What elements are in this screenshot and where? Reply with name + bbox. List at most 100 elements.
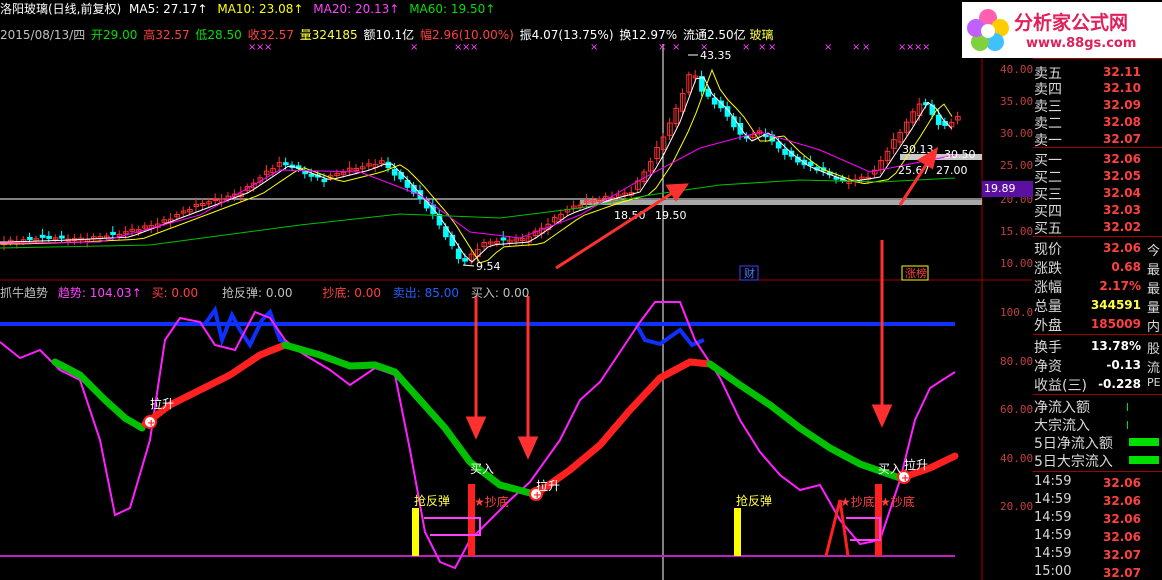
stat-label: 换手 bbox=[1034, 340, 1062, 356]
quote-value: 32.06 bbox=[1103, 241, 1141, 255]
indicator-name[interactable]: 抓牛趋势 bbox=[0, 286, 48, 300]
candle-body bbox=[59, 235, 65, 239]
candle-body bbox=[308, 173, 315, 177]
indicator-buy: 买: 0.00 bbox=[151, 286, 199, 300]
signal-x-marker: × bbox=[658, 42, 666, 53]
annotation-right4: 30.50 bbox=[944, 148, 976, 161]
panel-divider bbox=[1033, 58, 1162, 59]
signal-x-marker: × bbox=[264, 42, 272, 53]
quote-extra: 量 bbox=[1147, 301, 1161, 316]
quote-value: 344591 bbox=[1090, 298, 1141, 312]
quote-extra: 今 bbox=[1147, 244, 1161, 259]
annotation-high: 43.35 bbox=[700, 49, 732, 62]
bottom-box bbox=[846, 517, 881, 541]
annotation-right2: 27.00 bbox=[936, 164, 968, 177]
signal-label: 抢反弹 bbox=[736, 493, 772, 508]
trend-band bbox=[141, 341, 289, 428]
quote-extra: 内 bbox=[1147, 320, 1161, 335]
signal-label: 买入 bbox=[878, 462, 902, 476]
flow-label: 大宗流入 bbox=[1034, 418, 1090, 434]
ma60-line bbox=[0, 177, 956, 249]
signal-label: ★抄底 bbox=[474, 494, 509, 509]
candle-body bbox=[807, 161, 814, 166]
quote-value: 0.68 bbox=[1111, 260, 1141, 274]
stat-extra: 流 bbox=[1147, 361, 1161, 376]
candle-body bbox=[699, 76, 705, 92]
indicator-tick: 20.00 bbox=[1000, 500, 1034, 513]
flow-label: 5日净流入额 bbox=[1034, 436, 1113, 452]
price-tick: 30.00 bbox=[1000, 127, 1034, 140]
candle-body bbox=[302, 171, 308, 175]
signal-x-marker: × bbox=[852, 42, 860, 53]
flower-logo-icon bbox=[967, 9, 1009, 51]
flow-bar bbox=[1129, 438, 1159, 446]
candle-body bbox=[455, 248, 462, 259]
stock-chart-window: 洛阳玻璃(日线,前复权) MA5: 27.17↑ MA10: 23.08↑ MA… bbox=[0, 0, 1162, 580]
signal-label: ★抄底 bbox=[840, 494, 875, 509]
limit-up-badge[interactable]: 涨榜 bbox=[905, 266, 927, 280]
rebound-bar bbox=[412, 508, 419, 556]
tick-price: 32.06 bbox=[1103, 494, 1141, 508]
indicator-tick: 40.00 bbox=[1000, 452, 1034, 465]
indicator-bottom: 抄底: 0.00 bbox=[322, 286, 381, 300]
candle-body bbox=[711, 97, 718, 105]
stat-extra: 股 bbox=[1147, 342, 1161, 357]
indicator-tick: 100.0 bbox=[1000, 306, 1034, 319]
annotation-mid2: 19.50 bbox=[655, 209, 687, 222]
quote-label: 涨跌 bbox=[1034, 261, 1062, 277]
candle-body bbox=[46, 235, 52, 239]
signal-label: 拉升 bbox=[536, 478, 560, 493]
tick-time: 15:00 bbox=[1034, 564, 1072, 579]
current-price-tag: 19.89 bbox=[982, 181, 1034, 197]
flow-label: 5日大宗流入 bbox=[1034, 454, 1113, 470]
candle-body bbox=[782, 148, 788, 155]
moving-averages bbox=[0, 68, 956, 264]
stat-extra: PE bbox=[1147, 376, 1161, 389]
panel-divider bbox=[1033, 471, 1162, 472]
signal-x-marker: × bbox=[470, 42, 478, 53]
signal-markers: × × × × × × × × × × × × × × × × × × × × × bbox=[248, 42, 930, 53]
ma-line bbox=[0, 77, 953, 263]
bid-price: 32.03 bbox=[1103, 203, 1141, 217]
trend-band bbox=[706, 360, 904, 482]
quote-extra: 最 bbox=[1147, 263, 1161, 278]
candle-body bbox=[385, 161, 392, 169]
panel-divider bbox=[1033, 334, 1162, 335]
quote-label: 总量 bbox=[1034, 299, 1062, 315]
tick-time: 14:59 bbox=[1034, 510, 1072, 525]
signal-x-marker: × bbox=[758, 42, 766, 53]
indicator-tick: 60.00 bbox=[1000, 403, 1034, 416]
finance-badge[interactable]: 财 bbox=[744, 266, 755, 280]
bid-price: 32.05 bbox=[1103, 169, 1141, 183]
indicator-trend: 趋势: 104.03↑ bbox=[57, 286, 142, 300]
signal-label: 拉升 bbox=[904, 457, 928, 472]
signal-x-marker: × bbox=[410, 42, 418, 53]
price-tick: 25.00 bbox=[1000, 159, 1034, 172]
quote-label: 现价 bbox=[1034, 242, 1062, 258]
logo-url: www.88gs.com bbox=[1026, 36, 1137, 51]
panel-divider bbox=[1033, 236, 1162, 237]
bid-price: 32.04 bbox=[1103, 186, 1141, 200]
ask-price: 32.08 bbox=[1103, 115, 1141, 129]
bid-price: 32.02 bbox=[1103, 220, 1141, 234]
tick-price: 32.06 bbox=[1103, 476, 1141, 490]
ask-price: 32.10 bbox=[1103, 81, 1141, 95]
watermark-logo: 分析家公式网 www.88gs.com bbox=[962, 2, 1162, 58]
quote-extra: 最 bbox=[1147, 282, 1161, 297]
signal-label: 买入 bbox=[470, 462, 494, 476]
price-band-marker-low bbox=[580, 200, 982, 205]
annotation-low-pointer bbox=[462, 264, 475, 267]
stat-label: 收益(三) bbox=[1034, 378, 1087, 394]
signal-x-marker: × bbox=[672, 42, 680, 53]
stat-value: 13.78% bbox=[1091, 339, 1141, 353]
quote-label: 涨幅 bbox=[1034, 280, 1062, 296]
logo-title: 分析家公式网 bbox=[1014, 12, 1129, 34]
indicator-buy-in: 买入: 0.00 bbox=[470, 286, 530, 300]
tick-time: 14:59 bbox=[1034, 474, 1072, 489]
tick-time: 14:59 bbox=[1034, 492, 1072, 507]
signal-label: ★抄底 bbox=[880, 494, 915, 509]
indicator-rebound: 抢反弹: 0.00 bbox=[221, 286, 293, 300]
quote-value: 185009 bbox=[1090, 317, 1141, 331]
candle-body bbox=[110, 231, 116, 235]
ask-price: 32.11 bbox=[1103, 65, 1141, 79]
